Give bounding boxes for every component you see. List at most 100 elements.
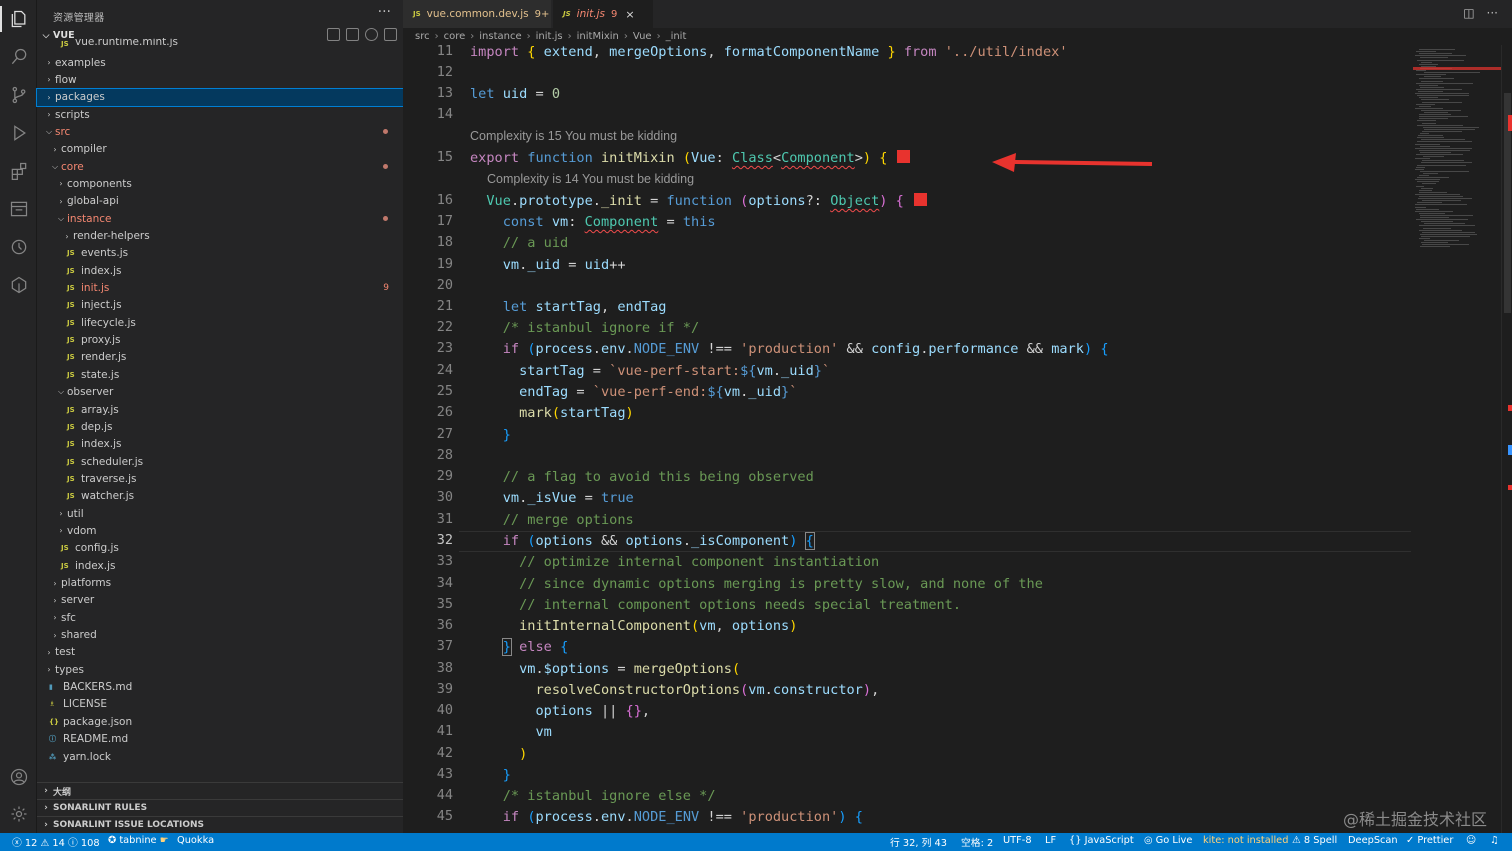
tree-folder[interactable]: ⌵ src bbox=[37, 123, 403, 140]
tree-folder[interactable]: › test bbox=[37, 644, 403, 661]
complexity-codelens[interactable]: Complexity is 15 You must be kidding bbox=[470, 129, 677, 143]
tree-folder[interactable]: › server bbox=[37, 592, 403, 609]
close-icon[interactable]: × bbox=[625, 8, 634, 21]
tree-file[interactable]: ⁂ yarn.lock bbox=[37, 748, 403, 765]
line-number: 42 bbox=[436, 745, 453, 761]
sonarlint-rules-section[interactable]: › SONARLINT RULES bbox=[37, 799, 403, 816]
tree-file[interactable]: JS traverse.js bbox=[37, 470, 403, 487]
tree-folder[interactable]: › scripts bbox=[37, 106, 403, 123]
editor-scrollbar[interactable] bbox=[1501, 45, 1512, 833]
tree-file[interactable]: ♗ LICENSE bbox=[37, 696, 403, 713]
minimap[interactable] bbox=[1413, 45, 1501, 833]
tree-folder[interactable]: ⌵ observer bbox=[37, 384, 403, 401]
spell-status[interactable]: ⚠ 8 Spell bbox=[1292, 835, 1337, 846]
tree-folder[interactable]: › sfc bbox=[37, 609, 403, 626]
kite-status[interactable]: kite: not installed bbox=[1203, 835, 1288, 846]
explorer-icon[interactable] bbox=[0, 2, 37, 36]
notifications-bell-icon[interactable]: ♫ bbox=[1490, 835, 1499, 846]
run-debug-icon[interactable] bbox=[0, 116, 37, 150]
minimap-line bbox=[1415, 107, 1443, 109]
end-of-line[interactable]: LF bbox=[1045, 835, 1056, 846]
tree-folder[interactable]: › types bbox=[37, 661, 403, 678]
tree-folder[interactable]: › shared bbox=[37, 627, 403, 644]
tree-folder[interactable]: ⌵ instance bbox=[37, 210, 403, 227]
tree-folder[interactable]: › compiler bbox=[37, 141, 403, 158]
minimap-line bbox=[1417, 177, 1449, 179]
more-actions-icon[interactable]: ··· bbox=[378, 4, 391, 20]
tree-file[interactable]: JS index.js bbox=[37, 262, 403, 279]
tree-file[interactable]: JS proxy.js bbox=[37, 332, 403, 349]
prettier-status[interactable]: ✓ Prettier bbox=[1406, 835, 1453, 846]
split-editor-icon[interactable]: ◫ bbox=[1463, 6, 1474, 20]
minimap-line bbox=[1416, 103, 1435, 105]
settings-gear-icon[interactable] bbox=[0, 797, 37, 831]
tree-folder[interactable]: › util bbox=[37, 505, 403, 522]
breadcrumb-item[interactable]: _init bbox=[666, 31, 687, 42]
tree-file[interactable]: JS dep.js bbox=[37, 418, 403, 435]
tree-folder[interactable]: › global-api bbox=[37, 193, 403, 210]
tree-file[interactable]: JS index.js bbox=[37, 557, 403, 574]
tree-folder[interactable]: › platforms bbox=[37, 575, 403, 592]
cursor-position[interactable]: 行 32, 列 43 bbox=[890, 835, 947, 849]
language-mode[interactable]: {} JavaScript bbox=[1069, 835, 1134, 846]
tree-folder[interactable]: › render-helpers bbox=[37, 228, 403, 245]
tree-folder[interactable]: › vdom bbox=[37, 522, 403, 539]
minimap-line bbox=[1422, 122, 1436, 124]
tree-file[interactable]: JS lifecycle.js bbox=[37, 314, 403, 331]
breadcrumb-item[interactable]: initMixin bbox=[577, 31, 619, 42]
tree-file[interactable]: JS watcher.js bbox=[37, 488, 403, 505]
js-file-icon: JS bbox=[413, 10, 421, 18]
sonarlint-locations-section[interactable]: › SONARLINT ISSUE LOCATIONS bbox=[37, 816, 403, 833]
account-icon[interactable] bbox=[0, 760, 37, 794]
remote-explorer-icon[interactable] bbox=[0, 192, 37, 226]
tabnine-status[interactable]: ✪ tabnine ☛ bbox=[108, 835, 168, 846]
tab-vue-common-dev[interactable]: JS vue.common.dev.js 9+ bbox=[403, 0, 551, 28]
more-actions-icon[interactable]: ··· bbox=[1487, 6, 1498, 20]
tab-init-js[interactable]: JS init.js 9 × bbox=[553, 0, 653, 28]
feedback-icon[interactable]: ☺ bbox=[1466, 835, 1476, 846]
search-icon[interactable] bbox=[0, 40, 37, 74]
problems-indicator[interactable]: ⓧ 12 ⚠ 14 ⓘ 108 bbox=[12, 835, 100, 849]
tree-file[interactable]: ⓘ README.md bbox=[37, 731, 403, 748]
indentation[interactable]: 空格: 2 bbox=[961, 835, 993, 849]
tree-folder[interactable]: › packages bbox=[36, 87, 404, 107]
encoding[interactable]: UTF-8 bbox=[1003, 835, 1032, 846]
extensions-icon[interactable] bbox=[0, 154, 37, 188]
tree-file[interactable]: JS config.js bbox=[37, 540, 403, 557]
tree-file[interactable]: JS inject.js bbox=[37, 297, 403, 314]
file-label: package.json bbox=[63, 715, 133, 728]
breadcrumb-item[interactable]: init.js bbox=[536, 31, 563, 42]
code-editor[interactable]: 11 12 13 14 15 16 17 18 19 20 21 22 23 24 25 26 27 28 29 30… bbox=[403, 45, 1413, 833]
code-line-45: if (process.env.NODE_ENV !== 'production… bbox=[502, 809, 863, 825]
deepscan-status[interactable]: DeepScan bbox=[1348, 835, 1398, 846]
quokka-status[interactable]: Quokka bbox=[177, 835, 214, 846]
line-number: 16 bbox=[436, 192, 453, 208]
file-label: index.js bbox=[75, 559, 116, 572]
breadcrumb-item[interactable]: Vue bbox=[633, 31, 652, 42]
tree-file[interactable]: JS scheduler.js bbox=[37, 453, 403, 470]
breadcrumb-item[interactable]: src bbox=[415, 31, 430, 42]
tree-folder[interactable]: ⌵ core bbox=[37, 158, 403, 175]
tree-file[interactable]: JS render.js bbox=[37, 349, 403, 366]
tree-file[interactable]: ▮ BACKERS.md bbox=[37, 679, 403, 696]
tree-folder[interactable]: › components bbox=[37, 175, 403, 192]
source-control-icon[interactable] bbox=[0, 78, 37, 112]
file-label: BACKERS.md bbox=[63, 681, 133, 694]
file-item-cut[interactable]: JS vue.runtime.mint.js bbox=[37, 38, 403, 48]
outline-section[interactable]: › 大纲 bbox=[37, 782, 403, 799]
breadcrumb-item[interactable]: instance bbox=[479, 31, 521, 42]
timeline-icon[interactable] bbox=[0, 230, 37, 264]
extension-view-icon[interactable] bbox=[0, 268, 37, 302]
complexity-codelens[interactable]: Complexity is 14 You must be kidding bbox=[487, 172, 694, 186]
tree-file[interactable]: JS array.js bbox=[37, 401, 403, 418]
tree-file[interactable]: JS index.js bbox=[37, 436, 403, 453]
go-live-button[interactable]: ◎ Go Live bbox=[1144, 835, 1192, 846]
tree-file[interactable]: {} package.json bbox=[37, 713, 403, 730]
tree-folder[interactable]: › examples bbox=[37, 54, 403, 71]
tree-folder[interactable]: › flow bbox=[37, 71, 403, 88]
breadcrumb-item[interactable]: core bbox=[444, 31, 466, 42]
tree-file[interactable]: JS init.js 9 bbox=[37, 280, 403, 297]
chevron-right-icon: › bbox=[53, 630, 57, 640]
tree-file[interactable]: JS events.js bbox=[37, 245, 403, 262]
tree-file[interactable]: JS state.js bbox=[37, 366, 403, 383]
